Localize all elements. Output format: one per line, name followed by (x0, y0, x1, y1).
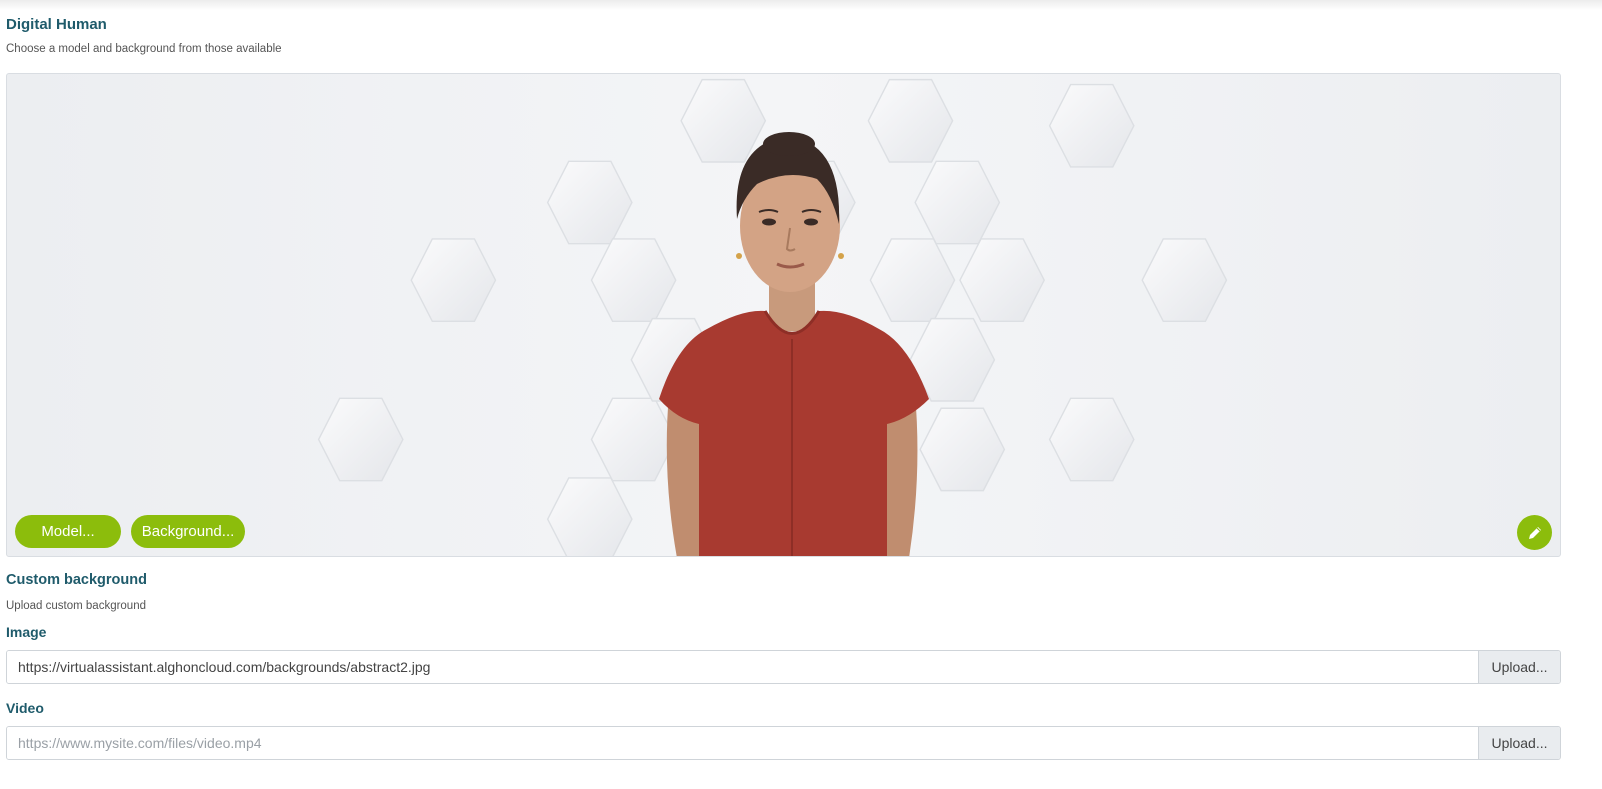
pencil-icon (1528, 526, 1541, 539)
digital-human-title: Digital Human (6, 16, 107, 33)
image-upload-button[interactable]: Upload... (1478, 651, 1560, 683)
image-field-group: Upload... (6, 650, 1561, 684)
image-url-input[interactable] (7, 651, 1478, 683)
digital-human-avatar (659, 132, 929, 556)
video-url-input[interactable] (7, 727, 1478, 759)
digital-human-preview: Model... Background... (6, 73, 1561, 557)
image-field-label: Image (6, 624, 47, 640)
custom-background-subtitle: Upload custom background (6, 600, 146, 612)
video-field-group: Upload... (6, 726, 1561, 760)
video-field-label: Video (6, 700, 44, 716)
edit-button[interactable] (1517, 515, 1552, 550)
video-upload-button[interactable]: Upload... (1478, 727, 1560, 759)
model-button[interactable]: Model... (15, 515, 121, 548)
custom-background-title: Custom background (6, 572, 147, 588)
top-shadow (0, 0, 1602, 10)
digital-human-subtitle: Choose a model and background from those… (6, 43, 282, 55)
background-button[interactable]: Background... (131, 515, 245, 548)
